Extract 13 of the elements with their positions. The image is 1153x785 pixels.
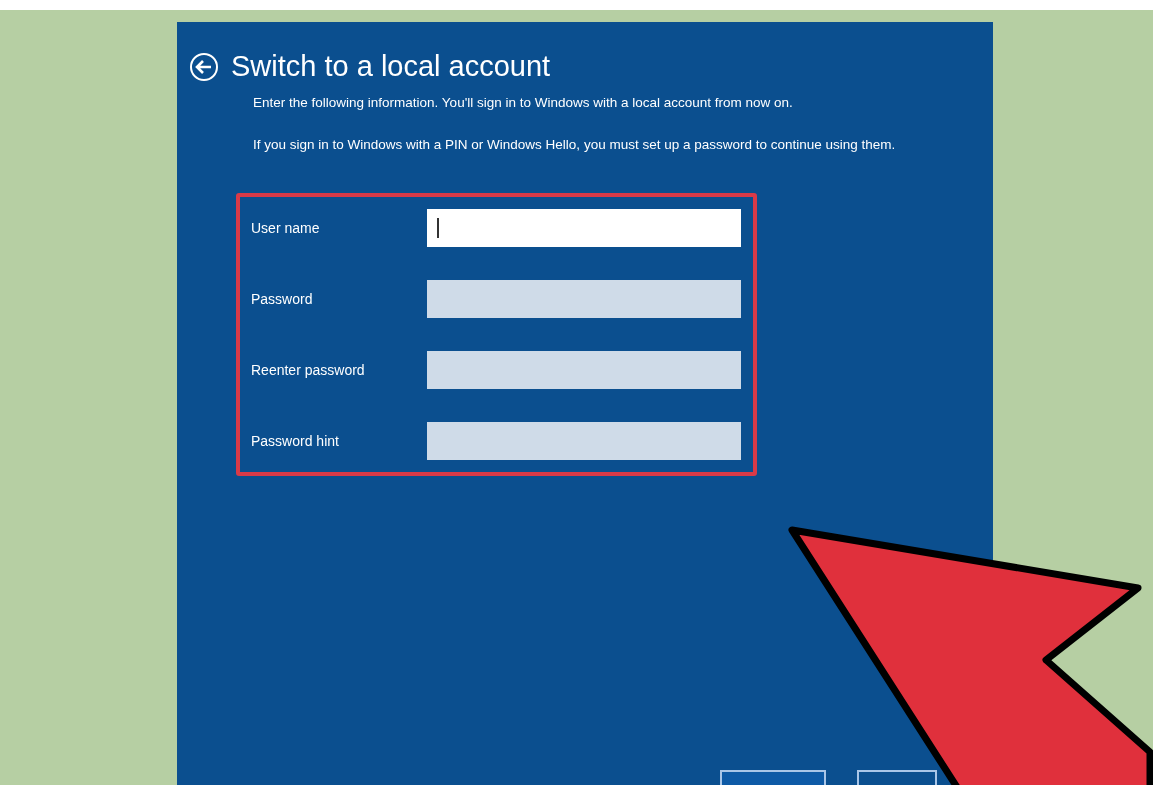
input-field[interactable] xyxy=(427,209,741,247)
input-field[interactable] xyxy=(427,422,741,460)
instruction-text: If you sign in to Windows with a PIN or Windows Hello, you must set up a password to continue using them. xyxy=(253,136,897,154)
instruction-text: Enter the following information. You'll sign in to Windows with a local account from now on. xyxy=(253,94,794,112)
field-label: User name xyxy=(251,220,321,236)
input-field[interactable] xyxy=(427,280,741,318)
dialog-title: Switch to a local account xyxy=(231,50,551,83)
field-label: Password xyxy=(251,291,314,307)
back-button[interactable] xyxy=(189,51,219,82)
field-label: Reenter password xyxy=(251,362,366,378)
text-cursor xyxy=(437,218,439,238)
input-field[interactable] xyxy=(427,351,741,389)
field-label: Password hint xyxy=(251,433,340,449)
